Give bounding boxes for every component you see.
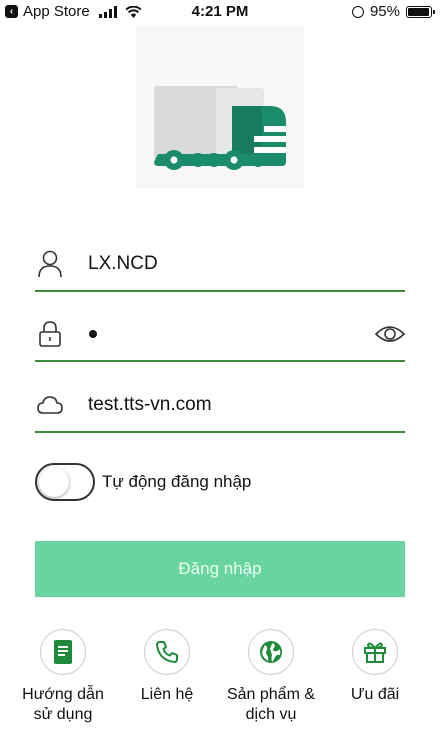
auto-login-label: Tự động đăng nhập [102,472,252,491]
products-label-line2: dịch vụ [245,706,297,723]
password-value[interactable] [89,330,97,338]
username-field[interactable]: LX.NCD [35,238,405,292]
products-label: Sản phẩm & dịch vụ [221,685,321,725]
server-value[interactable]: test.tts-vn.com [88,394,212,416]
guide-label: Hướng dẫn sử dụng [13,685,113,725]
auto-login-toggle[interactable] [35,463,95,501]
contact-label: Liên hệ [117,685,217,705]
contact-icon-circle [144,629,190,675]
bottom-item-products[interactable]: Sản phẩm & dịch vụ [221,629,321,725]
status-right: 95% [351,3,435,20]
offers-label-line1: Ưu đãi [350,686,400,703]
eye-icon[interactable] [375,320,405,348]
rotation-lock-icon [351,5,364,18]
gift-icon [364,642,386,663]
offers-icon-circle [352,629,398,675]
lock-icon [39,321,61,347]
username-value[interactable]: LX.NCD [88,253,158,275]
guide-label-line2: sử dụng [33,706,93,723]
truck-logo [136,26,304,188]
bottom-item-guide[interactable]: Hướng dẫn sử dụng [13,629,113,725]
bottom-item-contact[interactable]: Liên hệ [117,629,217,705]
cloud-icon [37,396,63,414]
globe-icon [260,641,282,663]
status-bar: ‹ App Store 4:21 PM 95% [0,0,440,26]
battery-icon [406,5,435,18]
guide-icon-circle [40,629,86,675]
products-icon-circle [248,629,294,675]
contact-label-line1: Liên hệ [140,686,194,703]
toggle-knob [39,467,69,497]
server-field[interactable]: test.tts-vn.com [35,379,405,433]
guide-label-line1: Hướng dẫn [22,686,104,703]
document-icon [54,640,72,664]
bottom-item-offers[interactable]: Ưu đãi [325,629,425,705]
products-label-line1: Sản phẩm & [226,686,316,703]
offers-label: Ưu đãi [325,685,425,705]
truck-logo-icon [154,86,286,170]
login-button[interactable]: Đăng nhập [35,541,405,597]
phone-icon [156,641,178,663]
password-field[interactable] [35,308,405,362]
user-icon [38,250,62,278]
battery-percent: 95% [369,3,400,20]
